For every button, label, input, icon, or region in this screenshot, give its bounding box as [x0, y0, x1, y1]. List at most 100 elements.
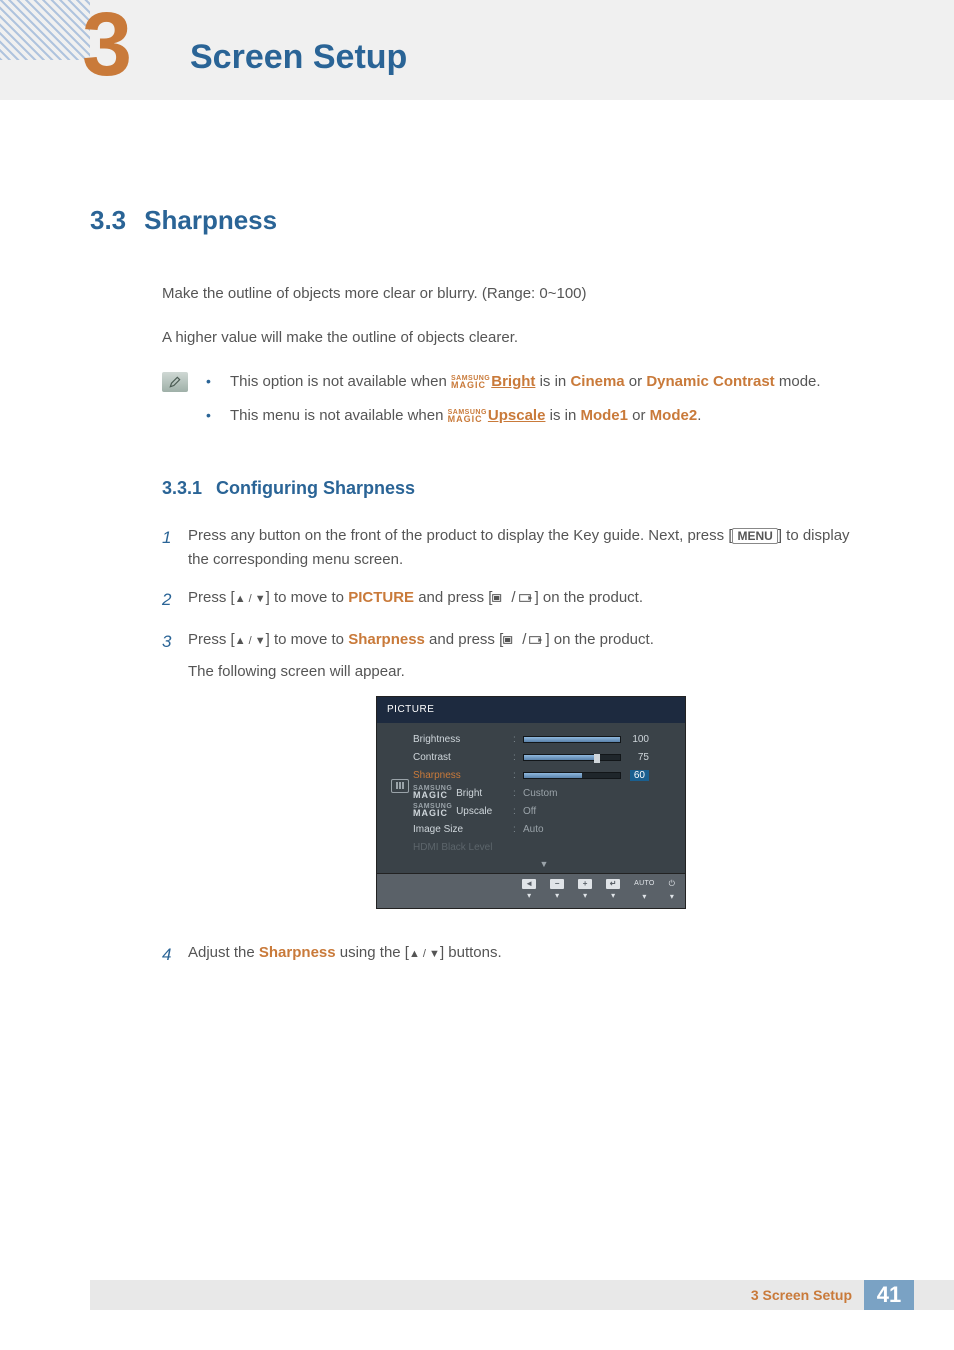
note-item-1: This option is not available when SAMSUN…: [206, 370, 874, 394]
chapter-number: 3: [82, 0, 132, 90]
c: :: [513, 786, 523, 802]
t: .: [697, 407, 701, 424]
sharpness-label: Sharpness: [348, 631, 425, 648]
step-body: Press [] to move to Sharpness and press …: [188, 628, 874, 928]
section-title: Sharpness: [144, 205, 277, 235]
osd-screenshot: PICTURE Brightness : 100: [376, 696, 686, 910]
step-body: Adjust the Sharpness using the [ ] button…: [188, 941, 874, 968]
t: Adjust the: [188, 944, 259, 961]
section-heading: 3.3 Sharpness: [90, 200, 874, 242]
t: Press [: [188, 589, 235, 606]
osd-scroll-down-icon: ▼: [413, 857, 675, 869]
magic-bot: MAGIC: [448, 416, 487, 422]
mode-2: Mode2: [650, 407, 698, 424]
t: ] buttons.: [440, 944, 502, 961]
t: ] to move to: [266, 589, 349, 606]
osd-body: Brightness : 100 Contrast : 75: [377, 723, 685, 873]
t: Press any button on the front of the pro…: [188, 527, 732, 544]
page-header: 3 Screen Setup: [0, 0, 954, 120]
t: and press [: [425, 631, 503, 648]
header-bg: [0, 0, 954, 100]
subsection-heading: 3.3.1Configuring Sharpness: [162, 474, 874, 503]
t: is in: [545, 407, 580, 424]
magic-bot: MAGIC: [451, 382, 490, 388]
v: 60: [523, 768, 675, 784]
l: SAMSUNGMAGIC Bright: [413, 786, 513, 802]
t: or: [625, 373, 647, 390]
t: This option is not available when: [230, 373, 451, 390]
v: 75: [523, 750, 675, 766]
mode-dyncontrast: Dynamic Contrast: [646, 373, 774, 390]
bl: Bright: [456, 788, 482, 799]
v: Off: [523, 804, 675, 820]
l: Image Size: [413, 822, 513, 838]
hv: 60: [630, 770, 649, 781]
step-1: 1 Press any button on the front of the p…: [162, 524, 874, 572]
page-footer: 3 Screen Setup 41: [90, 1280, 954, 1310]
osd-power-icon: ⏻▾: [669, 878, 675, 905]
l: HDMI Black Level: [413, 840, 513, 856]
mode-1: Mode1: [580, 407, 628, 424]
up-down-icon: [235, 631, 266, 648]
osd-enter-icon: ↵▾: [606, 879, 620, 903]
c: :: [513, 804, 523, 820]
osd-row-brightness: Brightness : 100: [413, 731, 675, 749]
picture-icon: [391, 779, 409, 793]
sharpness-label: Sharpness: [259, 944, 336, 961]
section-body: Make the outline of objects more clear o…: [90, 282, 874, 969]
up-down-icon: [409, 944, 440, 961]
link-bright[interactable]: Bright: [491, 373, 535, 390]
t: is in: [535, 373, 570, 390]
step-body: Press [] to move to PICTURE and press [/…: [188, 586, 874, 613]
osd-row-upscale: SAMSUNGMAGIC Upscale : Off: [413, 803, 675, 821]
mb: MAGIC: [413, 810, 452, 816]
magic-label: SAMSUNGMAGIC: [451, 377, 490, 388]
header-hatch: [0, 0, 90, 60]
intro-2: A higher value will make the outline of …: [162, 326, 874, 350]
subsection-number: 3.3.1: [162, 478, 202, 498]
ul: Upscale: [456, 806, 492, 817]
c: :: [513, 768, 523, 784]
up-down-icon: [235, 589, 266, 606]
t: or: [628, 407, 650, 424]
section-number: 3.3: [90, 205, 126, 235]
n: 75: [621, 750, 649, 766]
mb: MAGIC: [413, 792, 452, 798]
n: 100: [621, 732, 649, 748]
l: Brightness: [413, 732, 513, 748]
mode-cinema: Cinema: [570, 373, 624, 390]
step-num: 4: [162, 941, 188, 968]
menu-key: MENU: [732, 528, 777, 544]
osd-sidebar: [387, 731, 413, 869]
osd-row-imgsize: Image Size : Auto: [413, 821, 675, 839]
n: 60: [621, 768, 649, 784]
osd-back-icon: ◄▾: [522, 879, 536, 903]
page-number: 41: [864, 1280, 914, 1310]
step-num: 2: [162, 586, 188, 613]
t: using the [: [336, 944, 409, 961]
picture-label: PICTURE: [348, 589, 414, 606]
osd-row-sharpness: Sharpness : 60: [413, 767, 675, 785]
t: ] on the product.: [535, 589, 643, 606]
content: 3.3 Sharpness Make the outline of objects…: [0, 120, 954, 968]
v: Custom: [523, 786, 675, 802]
osd-row-bright: SAMSUNGMAGIC Bright : Custom: [413, 785, 675, 803]
step-num: 3: [162, 628, 188, 928]
l: Sharpness: [413, 768, 513, 784]
link-upscale[interactable]: Upscale: [488, 407, 546, 424]
step-num: 1: [162, 524, 188, 572]
footer-text: 3 Screen Setup: [751, 1287, 864, 1303]
note-block: This option is not available when SAMSUN…: [162, 370, 874, 438]
steps-list: 1 Press any button on the front of the p…: [162, 524, 874, 968]
chapter-title: Screen Setup: [190, 38, 407, 77]
c: :: [513, 732, 523, 748]
v: 100: [523, 732, 675, 748]
c: :: [513, 822, 523, 838]
v: Auto: [523, 822, 675, 838]
l: SAMSUNGMAGIC Upscale: [413, 804, 513, 820]
step-2: 2 Press [] to move to PICTURE and press …: [162, 586, 874, 613]
step-body: Press any button on the front of the pro…: [188, 524, 874, 572]
c: :: [513, 750, 523, 766]
note-item-2: This menu is not available when SAMSUNGM…: [206, 404, 874, 428]
step-4: 4 Adjust the Sharpness using the [ ] butt…: [162, 941, 874, 968]
